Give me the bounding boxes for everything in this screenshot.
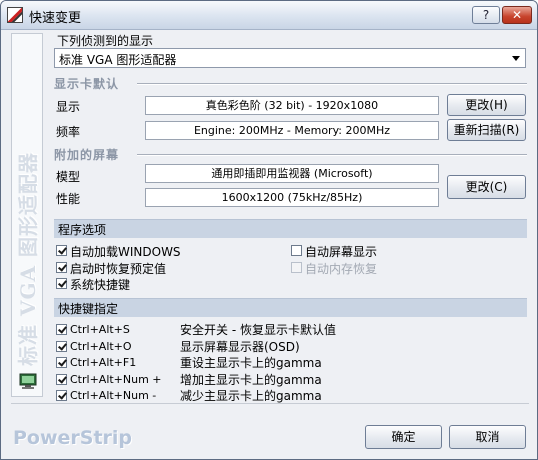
auto-load-windows-label[interactable]: 自动加载WINDOWS [70,243,181,260]
hotkey-key: Ctrl+Alt+Num - [70,389,157,402]
title-bar[interactable]: 快速变更 ? ✕ [1,1,537,30]
hotkeys-header: 快捷键指定 [54,298,527,317]
detected-display-label: 下列侦测到的显示 [57,34,154,48]
rescan-button[interactable]: 重新扫描(R) [447,119,526,141]
attached-screen-heading: 附加的屏幕 [54,146,123,163]
display-card-default-heading: 显示卡默认 [54,75,123,92]
close-button[interactable]: ✕ [502,6,532,24]
powerstrip-app-icon [7,7,23,23]
hotkey-checkbox[interactable] [56,374,67,385]
group-divider [137,83,527,85]
auto-load-windows-checkbox[interactable] [56,245,67,256]
display-label: 显示 [56,100,81,114]
auto-memory-restore-checkbox [291,262,302,273]
powerstrip-logo: PowerStrip [13,427,133,449]
hotkey-description: 显示屏幕显示器(OSD) [180,340,300,354]
change-display-button[interactable]: 更改(H) [447,94,526,116]
display-adapter-icon [19,373,37,389]
sidebar-banner: 标准 VGA 图形适配器 [11,33,43,397]
hotkey-key: Ctrl+Alt+F1 [70,356,137,369]
hotkey-description: 增加主显示卡上的gamma [180,373,322,387]
auto-memory-restore-label: 自动内存恢复 [305,262,378,276]
hotkeys-heading: 快捷键指定 [58,302,119,316]
program-options-heading: 程序选项 [58,223,107,237]
hotkey-description: 安全开关 - 恢复显示卡默认值 [180,323,336,337]
hotkey-checkbox[interactable] [56,390,67,401]
monitor-model-field: 通用即插即用监视器 (Microsoft) [145,164,439,183]
help-button[interactable]: ? [472,6,500,24]
model-label: 模型 [56,170,81,184]
sidebar-adapter-name: 标准 VGA 图形适配器 [16,151,40,366]
auto-osd-label[interactable]: 自动屏幕显示 [305,243,377,260]
chevron-down-icon[interactable] [512,56,520,61]
hotkey-key: Ctrl+Alt+S [70,323,130,336]
hotkey-key: Ctrl+Alt+Num + [70,373,162,386]
quick-change-dialog: 快速变更 ? ✕ 标准 VGA 图形适配器 下列侦测到的显示 标准 VGA 图形… [0,0,538,460]
display-mode-field: 真色彩色阶 (32 bit) - 1920x1080 [145,96,439,115]
frequency-field: Engine: 200MHz - Memory: 200MHz [145,121,439,140]
group-divider [137,154,527,156]
hotkey-checkbox[interactable] [56,324,67,335]
change-monitor-button[interactable]: 更改(C) [447,175,526,199]
hotkey-description: 减少主显示卡上的gamma [180,389,322,403]
frequency-label: 频率 [56,125,81,139]
program-options-header: 程序选项 [54,219,527,238]
performance-label: 性能 [56,192,81,206]
hotkey-description: 重设主显示卡上的gamma [180,356,322,370]
restore-defaults-on-start-checkbox[interactable] [56,262,67,273]
system-hotkeys-checkbox[interactable] [56,278,67,289]
detected-display-value: 标准 VGA 图形适配器 [59,53,177,67]
window-title: 快速变更 [29,11,82,26]
footer-divider [11,403,529,404]
monitor-performance-field: 1600x1200 (75kHz/85Hz) [145,188,439,207]
hotkey-checkbox[interactable] [56,341,67,352]
hotkey-key: Ctrl+Alt+O [70,340,132,353]
cancel-button[interactable]: 取消 [449,425,526,449]
hotkey-checkbox[interactable] [56,357,67,368]
auto-osd-checkbox[interactable] [291,245,302,256]
detected-display-select[interactable]: 标准 VGA 图形适配器 [54,48,526,68]
system-hotkeys-label[interactable]: 系统快捷键 [70,276,130,293]
ok-button[interactable]: 确定 [365,425,442,449]
restore-defaults-on-start-label[interactable]: 启动时恢复预定值 [70,260,166,277]
